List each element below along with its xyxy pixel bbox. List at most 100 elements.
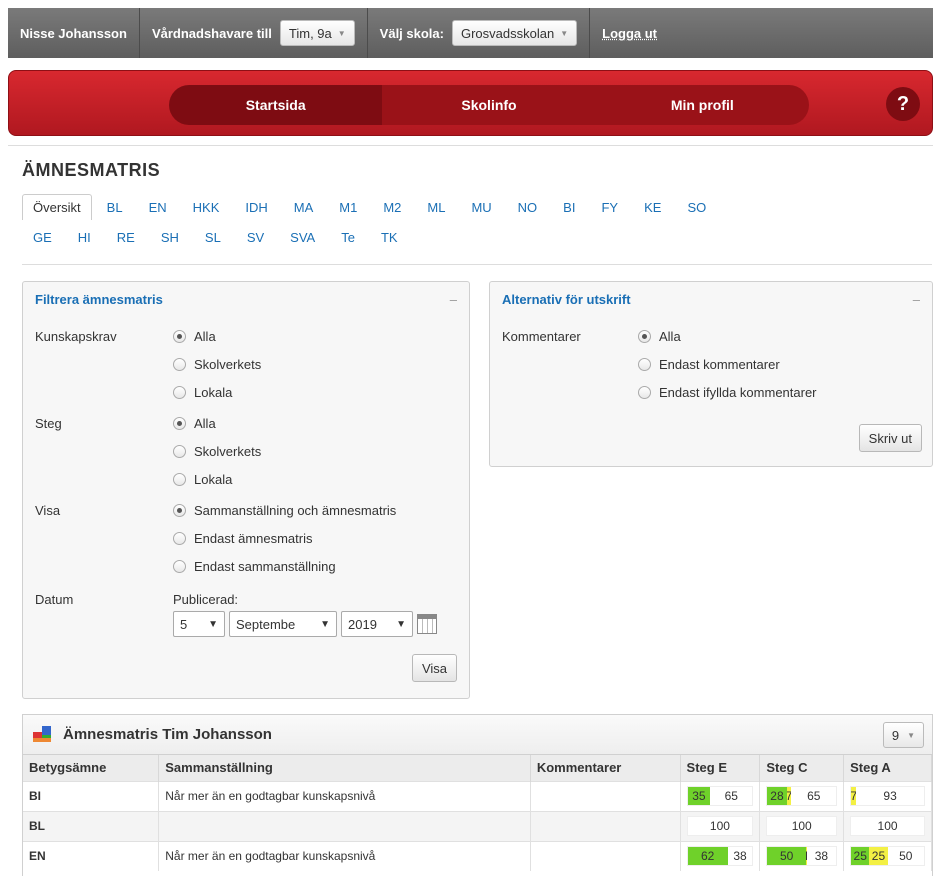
radio-option[interactable]: Skolverkets bbox=[173, 350, 261, 378]
tab-subject[interactable]: TK bbox=[370, 224, 409, 250]
bar-segment: 65 bbox=[710, 787, 753, 805]
school-select[interactable]: Grosvadsskolan ▼ bbox=[451, 20, 578, 46]
divider bbox=[8, 145, 933, 146]
cell-steg-a: 100 bbox=[843, 810, 932, 841]
radio-option[interactable]: Skolverkets bbox=[173, 437, 261, 465]
nav-startsida[interactable]: Startsida bbox=[169, 85, 383, 125]
tab-subject[interactable]: HKK bbox=[182, 194, 231, 220]
radio-option[interactable]: Endast kommentarer bbox=[638, 350, 817, 378]
kommentarer-radios: Alla Endast kommentarer Endast ifyllda k… bbox=[638, 322, 817, 406]
radio-icon bbox=[638, 357, 651, 371]
cell-steg-e: 35 65 bbox=[680, 780, 761, 811]
visa-label: Visa bbox=[35, 503, 61, 518]
bar-segment: 65 bbox=[791, 787, 837, 805]
tab-subject[interactable]: Översikt bbox=[22, 194, 92, 220]
radio-option[interactable]: Lokala bbox=[173, 465, 261, 493]
col-sammanstallning: Sammanställning bbox=[158, 755, 531, 781]
print-button[interactable]: Skriv ut bbox=[858, 424, 922, 452]
table-row: BL 100 100 100 bbox=[23, 810, 932, 841]
tab-subject[interactable]: EN bbox=[138, 194, 178, 220]
guardian-label: Vårdnadshavare till bbox=[151, 25, 272, 41]
nav-min-profil[interactable]: Min profil bbox=[595, 85, 809, 125]
visa-button[interactable]: Visa bbox=[411, 654, 457, 682]
nav-skolinfo[interactable]: Skolinfo bbox=[382, 85, 596, 125]
radio-option[interactable]: Alla bbox=[173, 322, 261, 350]
print-panel-header: Alternativ för utskrift – bbox=[490, 282, 932, 316]
matrix-title: Ämnesmatris Tim Johansson bbox=[63, 726, 272, 743]
tab-subject[interactable]: BI bbox=[552, 194, 586, 220]
date-selects: 5 ▼ Septembe ▼ 2019 ▼ bbox=[173, 611, 437, 637]
guardian-segment: Vårdnadshavare till Tim, 9a ▼ bbox=[140, 8, 368, 58]
grade-select[interactable]: 9 ▼ bbox=[882, 722, 924, 748]
print-panel: Alternativ för utskrift – Kommentarer Al… bbox=[489, 281, 933, 467]
tab-subject[interactable]: SL bbox=[194, 224, 232, 250]
tab-subject[interactable]: NO bbox=[507, 194, 549, 220]
kunskapskrav-radios: Alla Skolverkets Lokala bbox=[173, 322, 261, 406]
radio-label: Lokala bbox=[194, 384, 233, 400]
chevron-down-icon: ▼ bbox=[337, 28, 346, 38]
subject-row: GE HI RE SH SL SV SVA Te TK bbox=[22, 222, 922, 252]
radio-icon bbox=[173, 472, 186, 486]
bar-segment: 28 bbox=[767, 787, 787, 805]
radio-option[interactable]: Alla bbox=[173, 409, 261, 437]
chevron-down-icon: ▼ bbox=[320, 618, 330, 630]
nav-tabs: Startsida Skolinfo Min profil bbox=[169, 85, 809, 125]
tab-subject[interactable]: SH bbox=[150, 224, 190, 250]
guardian-select[interactable]: Tim, 9a ▼ bbox=[279, 20, 355, 46]
logout-link[interactable]: Logga ut bbox=[602, 26, 657, 41]
cell-comment bbox=[530, 810, 681, 841]
calendar-icon[interactable] bbox=[417, 614, 437, 634]
radio-option[interactable]: Endast sammanställning bbox=[173, 552, 396, 580]
day-select[interactable]: 5 ▼ bbox=[173, 611, 225, 637]
filter-panel: Filtrera ämnesmatris – Kunskapskrav Alla… bbox=[22, 281, 470, 699]
radio-option[interactable]: Endast ämnesmatris bbox=[173, 524, 396, 552]
publicerad-label: Publicerad: bbox=[173, 592, 239, 607]
tab-subject[interactable]: SO bbox=[676, 194, 717, 220]
school-segment: Välj skola: Grosvadsskolan ▼ bbox=[368, 8, 591, 58]
tab-subject[interactable]: RE bbox=[106, 224, 146, 250]
radio-label: Alla bbox=[194, 415, 216, 431]
col-betygsamne: Betygsämne bbox=[23, 755, 160, 781]
minimize-icon[interactable]: – bbox=[913, 292, 920, 307]
cell-steg-c: 50138 bbox=[759, 840, 845, 871]
month-select[interactable]: Septembe ▼ bbox=[229, 611, 337, 637]
steg-label: Steg bbox=[35, 416, 62, 431]
cell-subject: BI bbox=[23, 780, 160, 811]
radio-label: Alla bbox=[659, 328, 681, 344]
tab-subject[interactable]: SVA bbox=[279, 224, 326, 250]
minimize-icon[interactable]: – bbox=[450, 292, 457, 307]
radio-icon bbox=[173, 559, 186, 573]
tab-subject[interactable]: M1 bbox=[328, 194, 368, 220]
table-row: BI Når mer än en godtagbar kunskapsnivå 35… bbox=[23, 780, 932, 811]
tab-subject[interactable]: Te bbox=[330, 224, 366, 250]
tab-subject[interactable]: ML bbox=[416, 194, 456, 220]
bar-segment: 62 bbox=[687, 847, 728, 866]
tab-subject[interactable]: GE bbox=[22, 224, 63, 250]
kunskapskrav-label: Kunskapskrav bbox=[35, 329, 117, 344]
radio-option[interactable]: Sammanställning och ämnesmatris bbox=[173, 496, 396, 524]
year-select[interactable]: 2019 ▼ bbox=[341, 611, 413, 637]
tab-subject[interactable]: SV bbox=[236, 224, 275, 250]
radio-option[interactable]: Lokala bbox=[173, 378, 261, 406]
progress-bar: 35 65 bbox=[686, 786, 754, 806]
datum-label: Datum bbox=[35, 592, 74, 607]
tab-subject[interactable]: M2 bbox=[372, 194, 412, 220]
tab-subject[interactable]: KE bbox=[633, 194, 672, 220]
tab-subject[interactable]: FY bbox=[590, 194, 629, 220]
radio-option[interactable]: Endast ifyllda kommentarer bbox=[638, 378, 817, 406]
tab-subject[interactable]: BL bbox=[96, 194, 134, 220]
help-button[interactable]: ? bbox=[886, 87, 920, 121]
page-title: ÄMNESMATRIS bbox=[22, 160, 161, 180]
kommentarer-label: Kommentarer bbox=[502, 329, 581, 344]
bar-segment: 100 bbox=[767, 817, 837, 835]
col-kommentarer: Kommentarer bbox=[530, 755, 681, 781]
cell-steg-e: 62 38 bbox=[680, 840, 761, 871]
radio-option[interactable]: Alla bbox=[638, 322, 817, 350]
tab-subject[interactable]: HI bbox=[67, 224, 102, 250]
radio-label: Skolverkets bbox=[194, 356, 262, 372]
user-name: Nisse Johansson bbox=[8, 8, 140, 58]
radio-checked-icon bbox=[173, 503, 186, 517]
tab-subject[interactable]: MA bbox=[283, 194, 325, 220]
tab-subject[interactable]: IDH bbox=[234, 194, 278, 220]
tab-subject[interactable]: MU bbox=[460, 194, 502, 220]
